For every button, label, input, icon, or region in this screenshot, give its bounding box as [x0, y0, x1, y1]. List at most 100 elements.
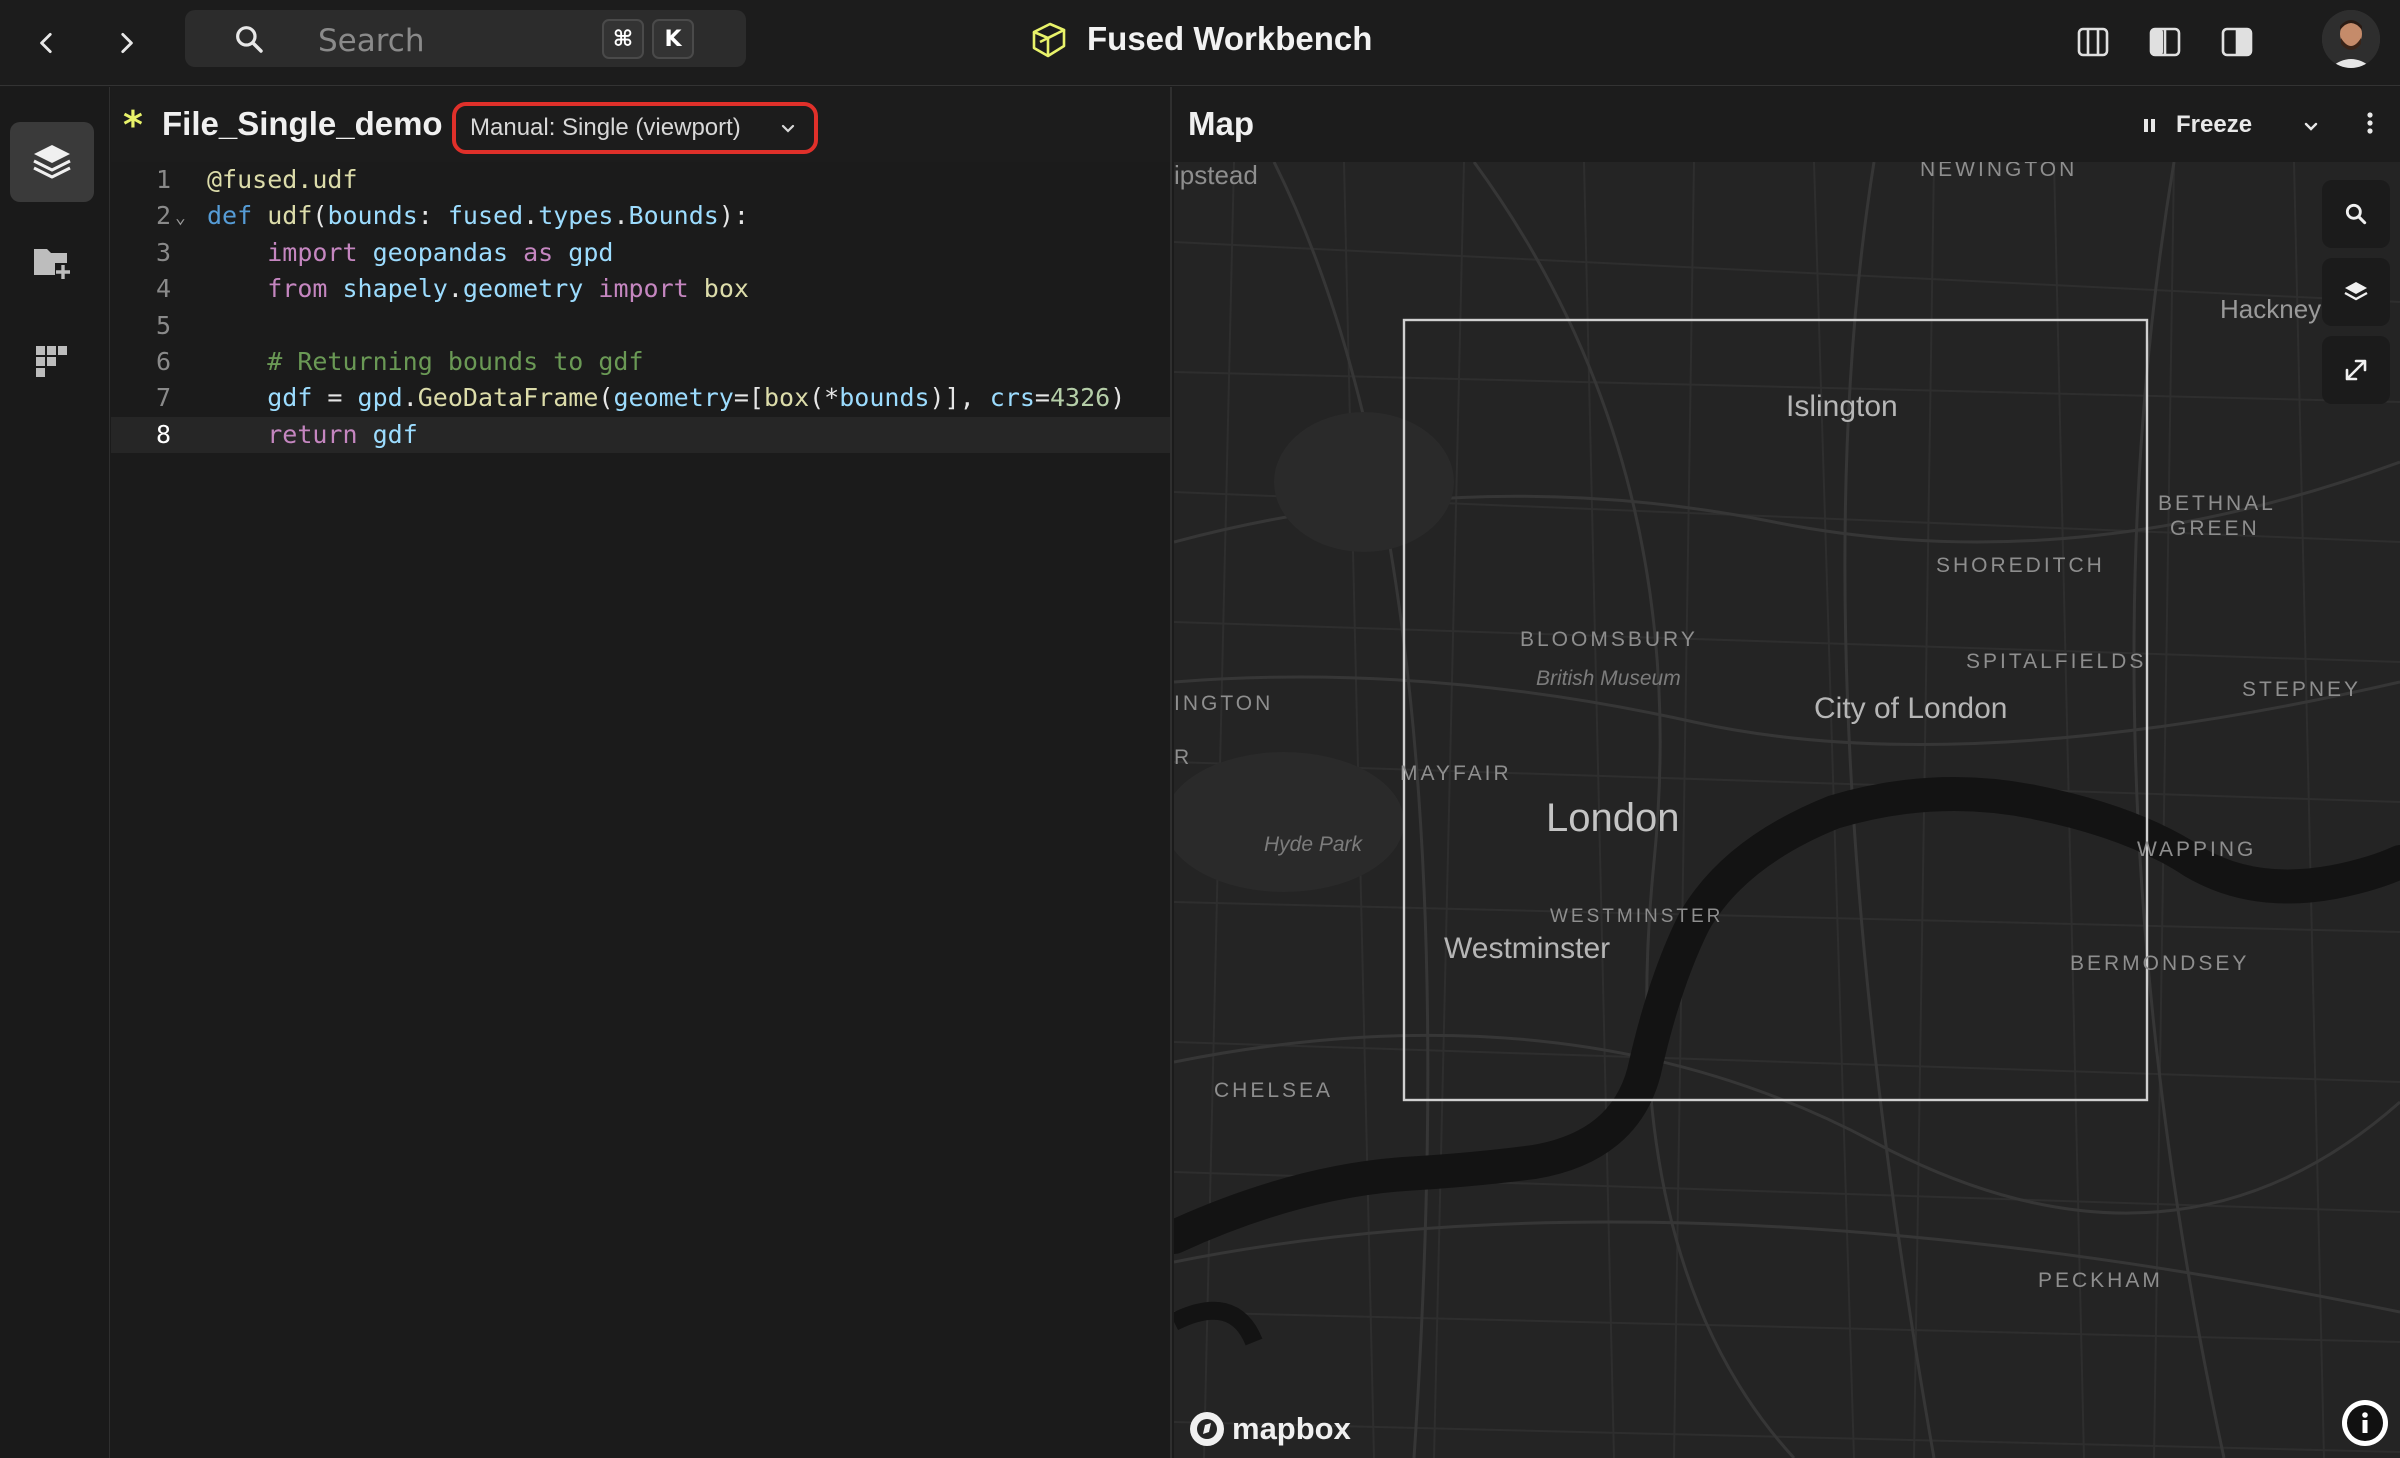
rail-add-file-button[interactable]	[10, 222, 94, 302]
map-label-peckham: PECKHAM	[2038, 1269, 2163, 1292]
map-panel: Map Freeze ipstead NEWINGTON Hackney Isl…	[1174, 87, 2400, 1458]
expand-icon	[2345, 359, 2367, 381]
editor-header: * File_Single_demo Manual: Single (viewp…	[111, 87, 1170, 162]
code-line[interactable]: 1 @fused.udf	[111, 162, 1170, 198]
layers-icon	[2344, 282, 2368, 301]
line-number: 2	[155, 201, 171, 231]
forward-button[interactable]	[101, 18, 151, 68]
top-bar: Search ⌘ K Fused Workbench	[0, 0, 2400, 86]
file-title[interactable]: File_Single_demo	[162, 105, 443, 143]
mapbox-logo-icon	[1190, 1412, 1224, 1446]
left-rail	[0, 87, 110, 1458]
shortcut-k-key: K	[652, 19, 694, 59]
map-label-islington: Islington	[1786, 390, 1898, 423]
map-label-mayfair: MAYFAIR	[1400, 762, 1512, 785]
map-label-london: London	[1546, 796, 1680, 840]
code-text: from shapely.geometry import box	[267, 274, 749, 304]
freeze-button[interactable]: Freeze	[2142, 103, 2252, 147]
map-label-westminster: Westminster	[1444, 932, 1611, 965]
map-header: Map Freeze	[1174, 87, 2400, 162]
search-placeholder: Search	[318, 23, 425, 59]
layout-split-button[interactable]	[2143, 20, 2187, 64]
freeze-label: Freeze	[2176, 111, 2253, 138]
layout-right-panel-button[interactable]	[2215, 20, 2259, 64]
user-avatar-icon	[2322, 10, 2380, 68]
code-text: @fused.udf	[207, 165, 358, 194]
code-text: gdf = gpd.GeoDataFrame(geometry=[box(*bo…	[267, 383, 1126, 413]
map-label-british-museum: British Museum	[1536, 667, 1681, 690]
map-label-bloomsbury: BLOOMSBURY	[1520, 628, 1698, 651]
panel-layout-icon	[2077, 27, 2109, 57]
map-label-hampstead: ipstead	[1174, 160, 1258, 190]
grid-icon	[36, 346, 67, 377]
code-line[interactable]: 5	[111, 308, 1170, 344]
folder-plus-icon	[34, 249, 71, 279]
map-label-bermondsey: BERMONDSEY	[2070, 952, 2250, 975]
chevron-down-icon	[781, 124, 795, 133]
map-label-city-of-london: City of London	[1814, 692, 2008, 725]
code-line[interactable]: 2 ⌄ def udf(bounds: fused.types.Bounds):	[111, 198, 1170, 234]
execution-mode-select[interactable]: Manual: Single (viewport)	[452, 102, 818, 154]
map-label-shoreditch: SHOREDITCH	[1936, 554, 2105, 577]
map-label-bethnal: BETHNAL	[2158, 492, 2276, 515]
more-vertical-icon[interactable]	[2362, 105, 2378, 145]
rail-layers-button[interactable]	[10, 122, 94, 202]
map-label-hackney: Hackney	[2220, 294, 2322, 324]
mapbox-label: mapbox	[1232, 1411, 1351, 1446]
back-button[interactable]	[22, 18, 72, 68]
unsaved-indicator: *	[123, 103, 143, 147]
line-number: 4	[155, 274, 171, 304]
map-title: Map	[1188, 105, 1254, 142]
map-label-r: R	[1174, 746, 1193, 769]
map-canvas[interactable]: ipstead NEWINGTON Hackney Islington BETH…	[1174, 158, 2400, 1458]
map-label-kensington: INGTON	[1174, 692, 1274, 715]
chevron-left-icon	[40, 32, 52, 54]
mapbox-attribution[interactable]: mapbox	[1188, 1410, 1351, 1448]
map-layers-button[interactable]	[2322, 258, 2390, 326]
code-line[interactable]: 6 # Returning bounds to gdf	[111, 344, 1170, 380]
chevron-right-icon	[121, 32, 133, 54]
rail-apps-button[interactable]	[10, 322, 94, 402]
code-text: # Returning bounds to gdf	[267, 346, 644, 376]
map-label-hyde-park: Hyde Park	[1264, 833, 1363, 856]
line-number: 3	[155, 237, 171, 267]
app-title: Fused Workbench	[1087, 20, 1373, 57]
map-expand-button[interactable]	[2322, 336, 2390, 404]
map-search-button[interactable]	[2322, 180, 2390, 248]
map-label-stepney: STEPNEY	[2242, 678, 2362, 701]
code-line[interactable]: 8 return gdf	[111, 416, 1170, 454]
code-text: import geopandas as gpd	[267, 237, 614, 267]
shortcut-cmd-key: ⌘	[602, 19, 644, 59]
map-label-wapping: WAPPING	[2137, 838, 2257, 861]
code-text: def udf(bounds: fused.types.Bounds):	[207, 201, 749, 231]
search-icon	[236, 26, 263, 53]
search-box[interactable]: Search ⌘ K	[185, 10, 746, 67]
code-area[interactable]: 1 @fused.udf 2 ⌄ def udf(bounds: fused.types…	[111, 162, 1170, 454]
panel-split-icon	[2149, 27, 2181, 57]
avatar[interactable]	[2322, 10, 2380, 68]
layout-left-panel-button[interactable]	[2071, 20, 2115, 64]
code-line[interactable]: 4 from shapely.geometry import box	[111, 271, 1170, 307]
line-number: 6	[155, 346, 171, 376]
code-line[interactable]: 3 import geopandas as gpd	[111, 235, 1170, 271]
map-label-spitalfields: SPITALFIELDS	[1966, 650, 2147, 673]
map-basemap	[1174, 162, 2400, 1458]
line-number: 7	[155, 383, 171, 413]
map-info-button[interactable]	[2342, 1400, 2388, 1446]
map-label-chelsea: CHELSEA	[1214, 1079, 1334, 1102]
search-icon	[2345, 203, 2367, 225]
pause-icon	[2144, 119, 2155, 132]
code-line[interactable]: 7 gdf = gpd.GeoDataFrame(geometry=[box(*…	[111, 380, 1170, 416]
fused-logo-icon	[1032, 22, 1066, 58]
code-editor-panel: * File_Single_demo Manual: Single (viewp…	[111, 87, 1172, 1458]
chevron-down-icon[interactable]	[2301, 116, 2321, 136]
map-label-green: GREEN	[2170, 517, 2260, 540]
line-number: 5	[155, 310, 171, 340]
line-number: 8	[155, 419, 171, 449]
fold-chevron-icon[interactable]: ⌄	[175, 200, 186, 236]
code-text: return gdf	[267, 419, 418, 449]
map-label-westminster-district: WESTMINSTER	[1550, 906, 1724, 927]
layers-icon	[33, 145, 71, 179]
panel-right-icon	[2221, 27, 2253, 57]
execution-mode-label: Manual: Single (viewport)	[470, 114, 741, 141]
